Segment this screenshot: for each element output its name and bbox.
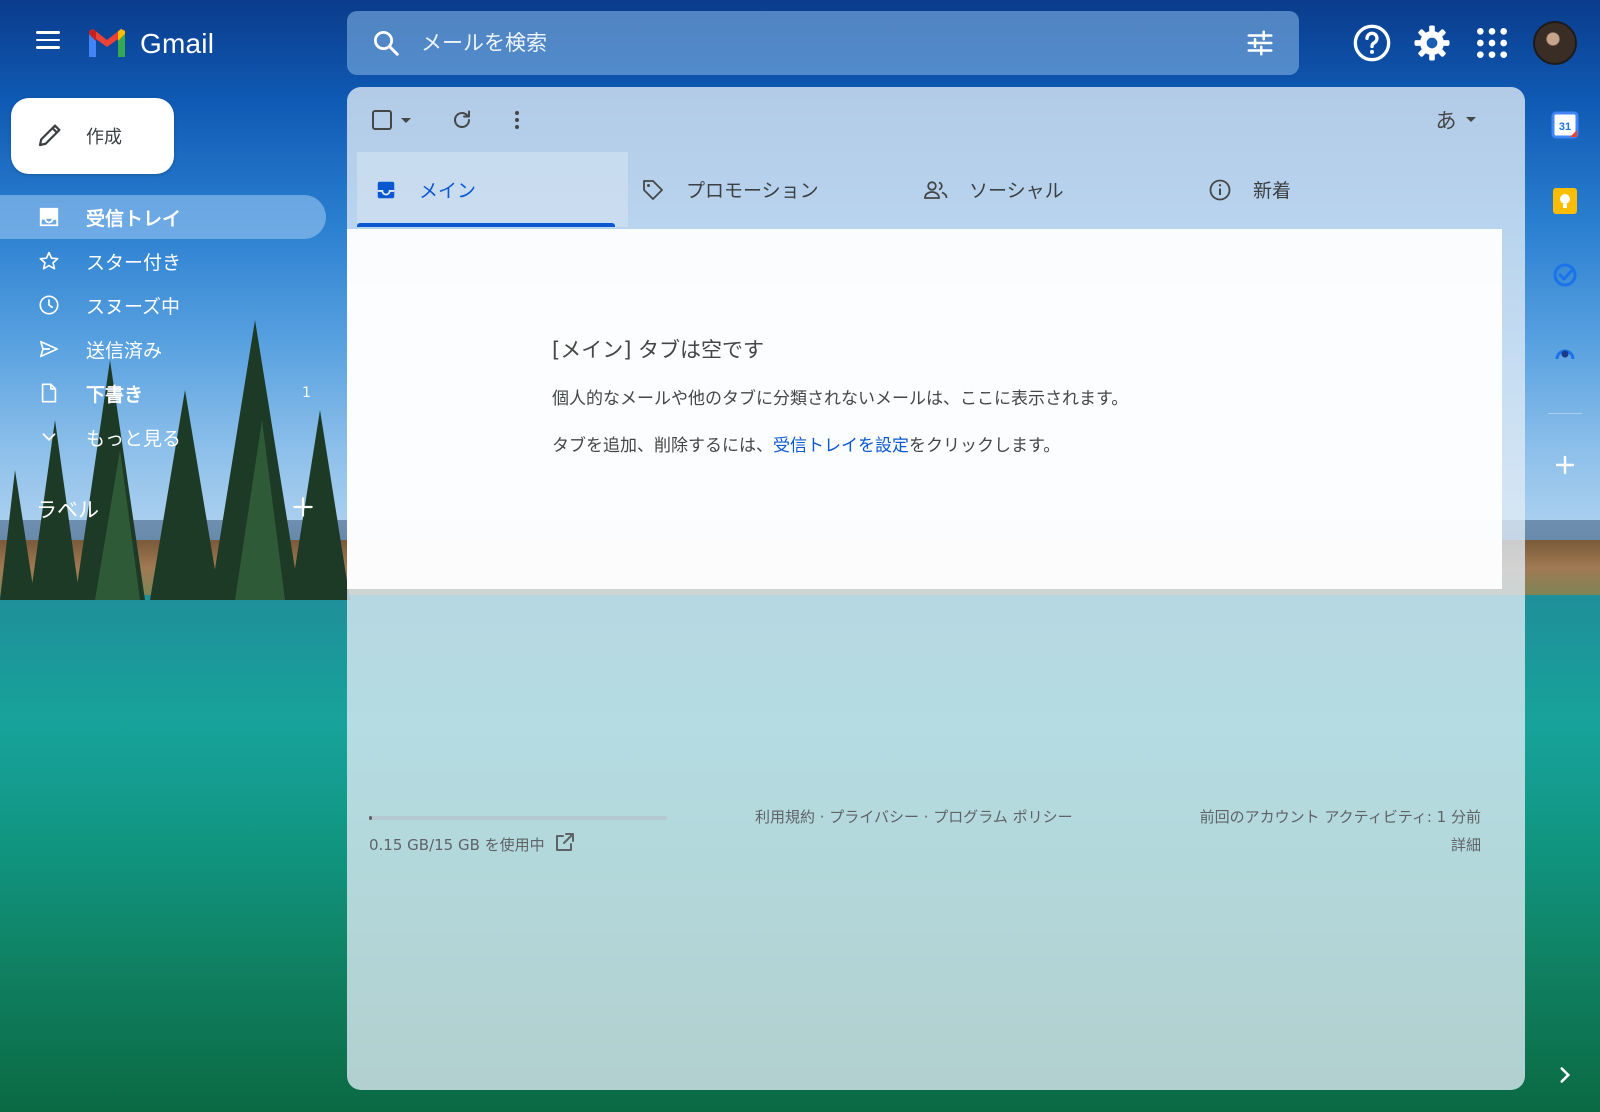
sidebar-item-label: 送信済み [86, 339, 163, 362]
tasks-app-button[interactable] [1540, 250, 1590, 300]
last-activity-text: 前回のアカウント アクティビティ: 1 分前 [1199, 808, 1481, 826]
labels-section-header: ラベル [36, 494, 316, 524]
search-options-icon[interactable] [1245, 28, 1275, 58]
storage-usage-text: 0.15 GB/15 GB を使用中 [369, 836, 545, 854]
add-label-plus-icon[interactable] [290, 494, 316, 520]
apps-grid-icon[interactable] [1472, 23, 1512, 63]
gmail-m-icon [89, 29, 125, 57]
tab-social[interactable]: ソーシャル [923, 152, 1203, 227]
inbox-settings-link[interactable]: 受信トレイを設定 [773, 436, 909, 456]
main-panel: あ メイン プロモーション ソーシャル 新着 [メイン] タブは空です 個人的な… [347, 87, 1525, 1090]
calendar-icon: 31 [1551, 111, 1579, 139]
gmail-logo[interactable]: Gmail [86, 24, 214, 64]
calendar-app-button[interactable]: 31 [1540, 100, 1590, 150]
search-input[interactable] [421, 25, 1181, 61]
category-tabs: メイン プロモーション ソーシャル 新着 [357, 152, 1503, 227]
chevron-right-icon[interactable] [1552, 1062, 1578, 1088]
draft-icon [36, 380, 62, 406]
search-icon[interactable] [371, 28, 401, 58]
help-icon[interactable] [1352, 23, 1392, 63]
instructions-prefix: タブを追加、削除するには、 [552, 436, 773, 456]
storage-usage-fill [369, 816, 372, 820]
search-bar [347, 11, 1299, 75]
settings-gear-icon[interactable] [1412, 23, 1452, 63]
empty-tab-description: 個人的なメールや他のタブに分類されないメールは、ここに表示されます。 [552, 389, 1129, 409]
empty-tab-instructions: タブを追加、削除するには、受信トレイを設定をクリックします。 [552, 431, 1060, 456]
send-icon [36, 336, 62, 362]
labels-title: ラベル [36, 498, 99, 522]
sidebar-item-label: スター付き [86, 251, 182, 274]
inbox-icon [36, 204, 62, 230]
tag-icon [640, 177, 666, 203]
pencil-icon [38, 124, 61, 147]
sidebar-item-label: 受信トレイ [86, 207, 182, 230]
info-icon [1207, 177, 1233, 203]
contacts-app-button[interactable] [1540, 326, 1590, 376]
chevron-down-icon [36, 424, 62, 450]
people-icon [923, 177, 949, 203]
refresh-icon [454, 110, 470, 128]
top-bar: Gmail [0, 0, 1600, 86]
contacts-icon [1555, 349, 1575, 360]
sidebar-item-starred[interactable]: スター付き [0, 239, 330, 283]
input-method-selector[interactable]: あ [1427, 105, 1487, 135]
compose-button[interactable]: 作成 [11, 98, 174, 174]
keep-lightbulb-icon [1553, 188, 1577, 214]
sidebar-item-sent[interactable]: 送信済み [0, 327, 330, 371]
tab-primary[interactable]: メイン [357, 152, 628, 227]
main-menu-button[interactable] [30, 26, 66, 62]
account-avatar[interactable] [1533, 21, 1577, 65]
sidebar-nav: 受信トレイ スター付き スヌーズ中 送信済み 下書き 1 もっと見る [0, 195, 330, 459]
more-options-button[interactable] [502, 105, 532, 135]
tab-promotions[interactable]: プロモーション [640, 152, 920, 227]
menu-icon-line [36, 38, 60, 41]
checkbox-dropdown-icon [372, 110, 411, 130]
select-all-checkbox[interactable] [369, 107, 421, 133]
keep-app-button[interactable] [1540, 176, 1590, 226]
dropdown-arrow-icon [1465, 117, 1476, 122]
activity-details-link[interactable]: 詳細 [1451, 834, 1481, 855]
sidebar-item-drafts[interactable]: 下書き 1 [0, 371, 330, 415]
sidebar-item-snoozed[interactable]: スヌーズ中 [0, 283, 330, 327]
mail-footer: 0.15 GB/15 GB を使用中 利用規約 · プライバシー · プログラム… [347, 804, 1525, 864]
refresh-button[interactable] [447, 105, 477, 135]
active-tab-indicator [357, 223, 615, 227]
plus-icon [1555, 455, 1575, 475]
tab-label: 新着 [1253, 180, 1292, 202]
get-addons-button[interactable] [1540, 440, 1590, 490]
gmail-wordmark: Gmail [140, 28, 215, 59]
menu-icon-line [36, 46, 60, 49]
sidebar-item-more[interactable]: もっと見る [0, 415, 330, 459]
tab-updates[interactable]: 新着 [1207, 152, 1487, 227]
more-vert-icon [515, 111, 519, 129]
inbox-tab-icon [373, 177, 399, 203]
menu-icon-line [36, 31, 60, 34]
empty-tab-title: [メイン] タブは空です [552, 338, 765, 362]
instructions-suffix: をクリックします。 [909, 436, 1061, 456]
policies-links[interactable]: 利用規約 · プライバシー · プログラム ポリシー [755, 806, 1073, 827]
sidebar-item-inbox[interactable]: 受信トレイ [0, 195, 326, 239]
sidebar-item-label: もっと見る [86, 427, 182, 450]
tab-label: プロモーション [686, 180, 819, 202]
mail-toolbar: あ [347, 87, 1525, 151]
storage-usage-bar [369, 816, 667, 820]
side-panel-divider [1548, 413, 1582, 414]
open-external-icon[interactable] [553, 830, 577, 854]
drafts-count-badge: 1 [302, 385, 311, 401]
tasks-check-icon [1553, 263, 1577, 287]
empty-inbox-message: [メイン] タブは空です 個人的なメールや他のタブに分類されないメールは、ここに… [347, 229, 1502, 589]
tab-label: メイン [419, 180, 477, 202]
sidebar-item-label: 下書き [86, 383, 144, 406]
calendar-day-number: 31 [1559, 121, 1571, 133]
tab-label: ソーシャル [969, 180, 1064, 202]
input-method-label: あ [1435, 109, 1457, 133]
compose-label: 作成 [86, 127, 122, 148]
sidebar-item-label: スヌーズ中 [86, 295, 181, 318]
clock-icon [36, 292, 62, 318]
star-icon [36, 248, 62, 274]
